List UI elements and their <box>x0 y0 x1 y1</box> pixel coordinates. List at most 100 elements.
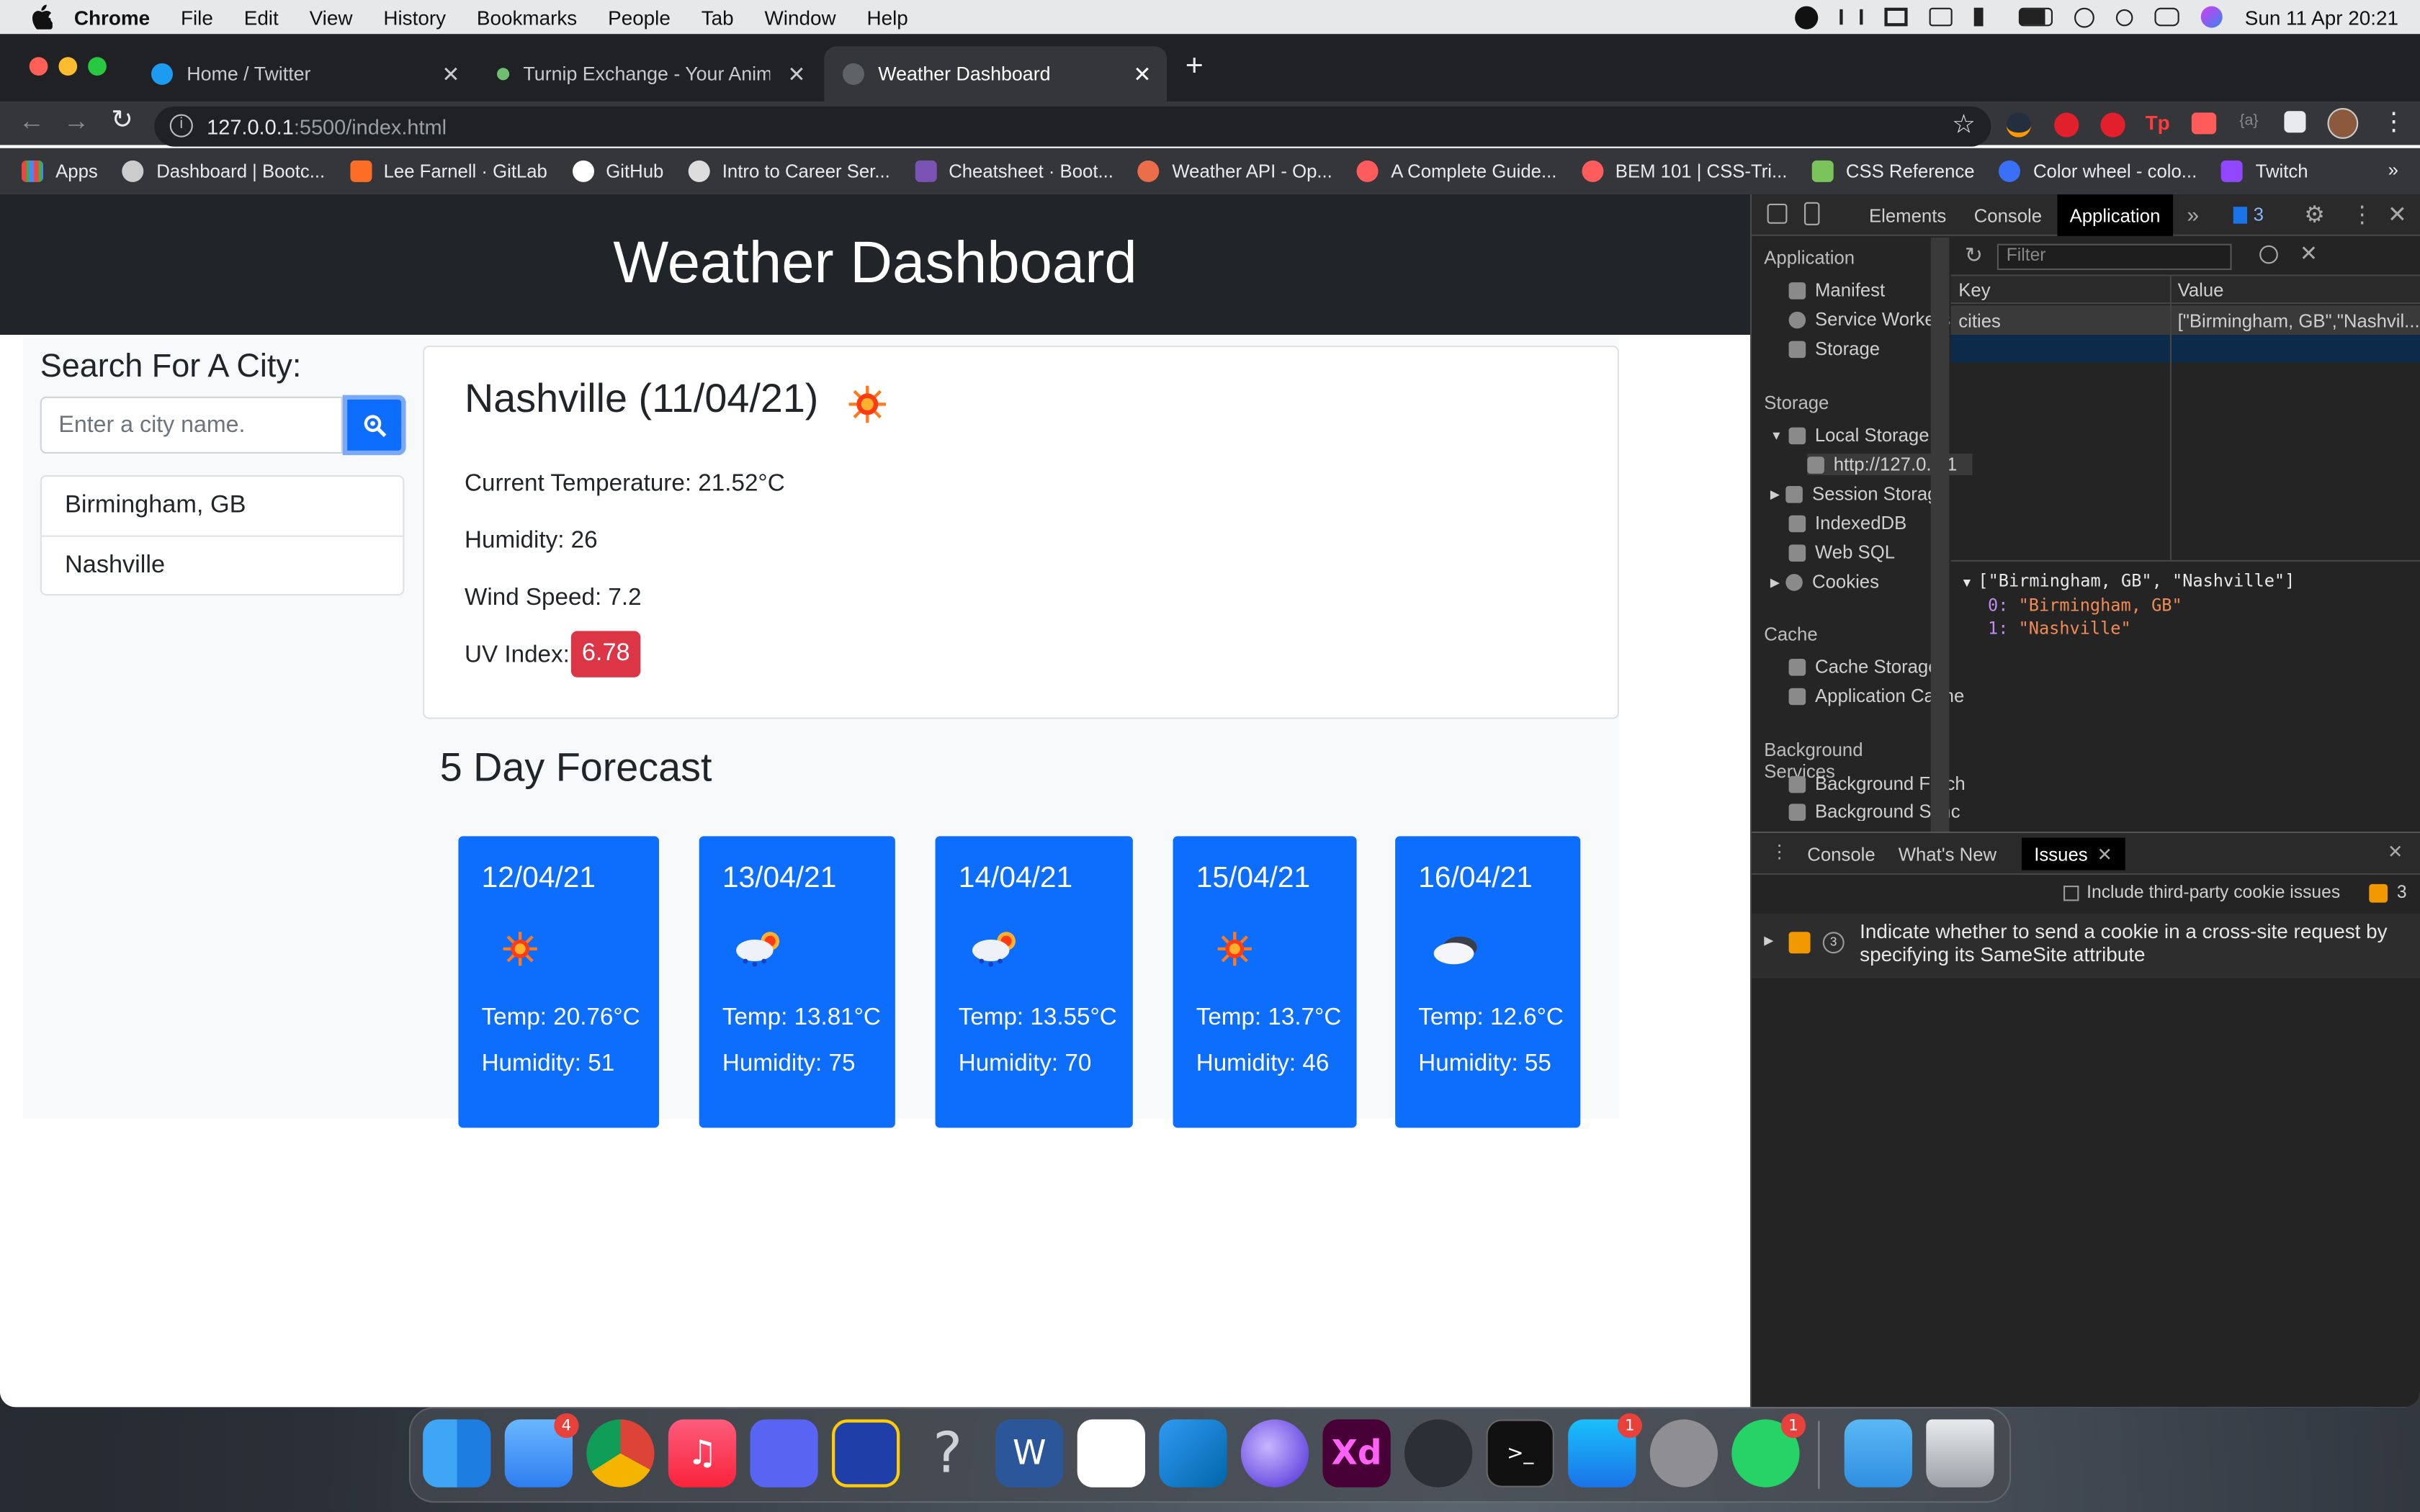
discord-icon[interactable] <box>750 1419 818 1488</box>
more-bookmarks-icon[interactable]: » <box>2388 159 2398 181</box>
bookmark-career[interactable]: Intro to Career Ser... <box>688 160 890 182</box>
device-toggle-icon[interactable] <box>1804 202 1820 225</box>
word-icon[interactable]: W <box>995 1419 1064 1488</box>
control-center-icon[interactable] <box>2155 7 2180 27</box>
city-search-input[interactable]: Enter a city name. <box>40 396 343 454</box>
app-store-icon[interactable]: 1 <box>1568 1413 1642 1488</box>
sidebar-scrollbar[interactable] <box>1930 238 1950 832</box>
more-tabs-icon[interactable]: » <box>2187 202 2199 227</box>
sidebar-item-cookies[interactable]: ▶ Cookies <box>1770 571 1879 593</box>
inspect-element-icon[interactable] <box>1767 203 1788 224</box>
third-party-checkbox[interactable] <box>2063 886 2079 901</box>
apple-icon[interactable] <box>31 4 53 30</box>
istat-icon[interactable] <box>1796 5 1819 29</box>
extension-mail-icon[interactable] <box>2100 112 2125 138</box>
extension-video-icon[interactable] <box>2191 112 2217 135</box>
table-row-empty-selected[interactable] <box>1950 335 2420 363</box>
bookmark-twitch[interactable]: Twitch <box>2221 160 2308 182</box>
drawer-menu-icon[interactable]: ⋮ <box>1770 841 1789 863</box>
chrome-icon[interactable] <box>586 1419 655 1488</box>
filter-input[interactable]: Filter <box>1996 243 2232 270</box>
menu-people[interactable]: People <box>608 6 671 29</box>
delete-selected-icon[interactable]: ✕ <box>2300 240 2318 266</box>
column-key[interactable]: Key <box>1958 279 1990 301</box>
preview-array[interactable]: ▼ ["Birmingham, GB", "Nashville"] <box>1963 570 2420 594</box>
close-window-button[interactable] <box>29 57 48 76</box>
spotlight-search-icon[interactable] <box>2116 8 2134 26</box>
tab-elements[interactable]: Elements <box>1857 194 1958 236</box>
menu-history[interactable]: History <box>383 6 446 29</box>
reload-icon[interactable]: ↻ <box>111 105 133 136</box>
user-icon[interactable] <box>2075 6 2095 27</box>
close-drawer-icon[interactable]: ✕ <box>2388 841 2403 863</box>
drawer-tab-issues[interactable]: Issues ✕ <box>2022 837 2125 870</box>
search-button[interactable] <box>342 395 406 456</box>
istat-menus-icon[interactable] <box>1404 1419 1473 1488</box>
history-item-nashville[interactable]: Nashville <box>41 535 403 594</box>
browser-orb-icon[interactable] <box>1240 1419 1309 1488</box>
address-bar[interactable]: i 127.0.0.1:5500/index.html ☆ <box>154 106 1991 147</box>
menu-bookmarks[interactable]: Bookmarks <box>477 6 577 29</box>
siri-icon[interactable] <box>2201 6 2223 28</box>
bookmark-css-reference[interactable]: CSS Reference <box>1811 160 1975 182</box>
vscode-icon[interactable] <box>1159 1419 1227 1488</box>
tab-application[interactable]: Application <box>2057 194 2173 236</box>
close-tab-icon[interactable]: ✕ <box>2097 843 2112 865</box>
third-party-option[interactable]: Include third-party cookie issues <box>2063 884 2340 903</box>
sidebar-item-service-workers[interactable]: Service Workers <box>1788 309 1950 330</box>
issue-row[interactable]: ▶ 3 Indicate whether to send a cookie in… <box>1752 913 2420 978</box>
slack-icon[interactable] <box>1077 1419 1145 1488</box>
system-preferences-icon[interactable] <box>1649 1419 1718 1488</box>
sidebar-item-manifest[interactable]: Manifest <box>1788 279 1885 301</box>
expand-arrow-icon[interactable]: ▶ <box>1770 575 1780 588</box>
expand-arrow-icon[interactable]: ▶ <box>1770 487 1780 500</box>
folder-icon[interactable] <box>1844 1419 1912 1488</box>
audio-wave-icon[interactable] <box>1840 9 1864 25</box>
info-icon[interactable]: i <box>169 114 193 138</box>
music-icon[interactable]: ♫ <box>668 1419 737 1488</box>
finder-icon[interactable] <box>423 1419 491 1488</box>
sidebar-item-indexeddb[interactable]: IndexedDB <box>1788 512 1906 534</box>
drawer-tab-console[interactable]: Console <box>1795 833 1888 875</box>
extension-amazon-icon[interactable] <box>2006 112 2031 138</box>
pokemon-tcg-icon[interactable] <box>832 1419 900 1488</box>
sidebar-item-session-storage[interactable]: ▶ Session Storage <box>1770 483 1948 505</box>
column-value[interactable]: Value <box>2178 279 2224 301</box>
drawer-tab-whats-new[interactable]: What's New <box>1886 833 2009 875</box>
menu-app-name[interactable]: Chrome <box>74 6 150 29</box>
window-layout-icon[interactable] <box>1885 7 1909 27</box>
sidebar-item-local-storage[interactable]: ▼ Local Storage <box>1770 424 1930 446</box>
close-devtools-icon[interactable]: ✕ <box>2388 201 2407 228</box>
battery-icon[interactable] <box>2019 7 2054 27</box>
extension-tp-icon[interactable]: Tp <box>2146 111 2170 134</box>
sidebar-item-cache-storage[interactable]: Cache Storage <box>1788 656 1939 678</box>
bookmark-gitlab[interactable]: Lee Farnell · GitLab <box>349 160 547 182</box>
back-arrow-icon[interactable]: ← <box>19 107 45 138</box>
minimize-window-button[interactable] <box>58 57 78 76</box>
tab-console[interactable]: Console <box>1962 194 2055 236</box>
close-tab-icon[interactable]: ✕ <box>787 62 805 88</box>
menu-edit[interactable]: Edit <box>244 6 279 29</box>
trash-icon[interactable] <box>1926 1419 1994 1488</box>
adobe-xd-icon[interactable]: Xd <box>1322 1419 1391 1488</box>
bookmark-guide[interactable]: A Complete Guide... <box>1357 160 1556 182</box>
clear-all-icon[interactable] <box>2259 245 2278 264</box>
issues-counter[interactable]: 3 <box>2233 204 2264 225</box>
table-row[interactable]: cities ["Birmingham, GB","Nashvil... <box>1950 305 2420 335</box>
sidebar-item-storage[interactable]: Storage <box>1788 338 1880 359</box>
bookmark-star-icon[interactable]: ☆ <box>1952 109 1976 140</box>
extension-adblock-icon[interactable] <box>2054 112 2079 138</box>
forward-arrow-icon[interactable]: → <box>63 107 89 138</box>
bookmark-github[interactable]: GitHub <box>572 160 663 182</box>
tab-twitter[interactable]: Home / Twitter ✕ <box>133 46 475 102</box>
mail-icon[interactable]: 4 <box>504 1413 579 1488</box>
menu-view[interactable]: View <box>310 6 353 29</box>
bookmark-bem[interactable]: BEM 101 | CSS-Tri... <box>1581 160 1787 182</box>
help-icon[interactable]: ? <box>914 1419 982 1487</box>
display-icon[interactable] <box>1930 7 1953 27</box>
bookmark-apps[interactable]: Apps <box>22 160 98 182</box>
close-tab-icon[interactable]: ✕ <box>1133 62 1151 88</box>
menu-tab[interactable]: Tab <box>702 6 734 29</box>
refresh-icon[interactable]: ↻ <box>1965 242 1983 268</box>
menu-file[interactable]: File <box>181 6 213 29</box>
